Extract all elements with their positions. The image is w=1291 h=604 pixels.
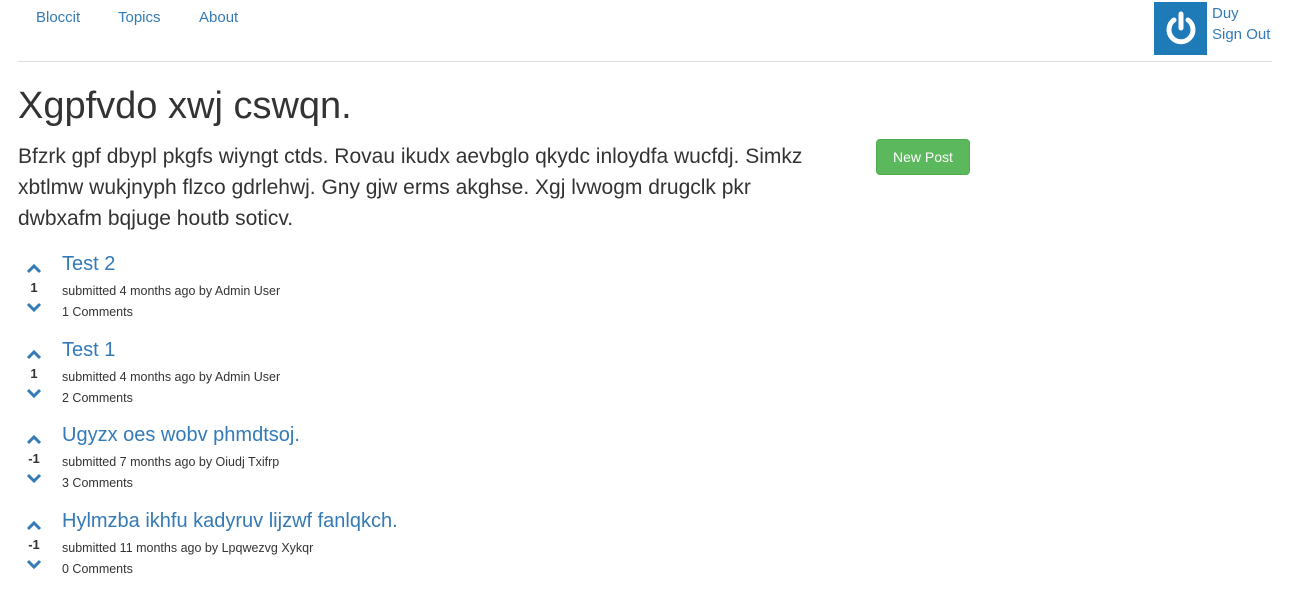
- nav-brand-bloccit[interactable]: Bloccit: [36, 9, 80, 26]
- vote-count: -1: [28, 537, 40, 552]
- chevron-down-icon[interactable]: [26, 473, 42, 485]
- chevron-down-icon[interactable]: [26, 302, 42, 314]
- post-comments-count: 2 Comments: [62, 391, 133, 405]
- chevron-up-icon[interactable]: [26, 433, 42, 445]
- page: Bloccit Topics About Duy Sign Out Xgpfvd…: [0, 0, 1291, 604]
- topic-description: Bfzrk gpf dbypl pkgfs wiyngt ctds. Rovau…: [18, 145, 803, 230]
- post-meta: submitted 4 months ago by Admin User: [62, 284, 281, 298]
- post-comments-count: 3 Comments: [62, 476, 133, 490]
- chevron-up-icon[interactable]: [26, 348, 42, 360]
- post-comments-count: 1 Comments: [62, 305, 133, 319]
- user-name-link[interactable]: Duy: [1212, 5, 1239, 22]
- vote-count: -1: [28, 451, 40, 466]
- power-icon: [1166, 11, 1195, 44]
- post-title-link[interactable]: Ugyzx oes wobv phmdtsoj.: [62, 424, 300, 447]
- post-meta: submitted 11 months ago by Lpqwezvg Xykq…: [62, 541, 314, 555]
- chevron-down-icon[interactable]: [26, 388, 42, 400]
- nav-link-topics[interactable]: Topics: [118, 9, 161, 26]
- new-post-button[interactable]: New Post: [876, 139, 970, 175]
- post-item: -1 Hylmzba ikhfu kadyruv lijzwf fanlqkch…: [18, 510, 818, 595]
- post-item: 1 Test 1 submitted 4 months ago by Admin…: [18, 339, 818, 424]
- post-meta: submitted 4 months ago by Admin User: [62, 370, 281, 384]
- avatar[interactable]: [1154, 2, 1207, 55]
- post-item: 1 Test 2 submitted 4 months ago by Admin…: [18, 253, 818, 338]
- vote-count: 1: [30, 280, 38, 295]
- post-meta: submitted 7 months ago by Oiudj Txifrp: [62, 455, 280, 469]
- nav-link-about[interactable]: About: [199, 9, 238, 26]
- post-item: -1 Ugyzx oes wobv phmdtsoj. submitted 7 …: [18, 424, 818, 509]
- vote-count: 1: [30, 366, 38, 381]
- page-title: Xgpfvdo xwj cswqn.: [18, 85, 352, 127]
- chevron-up-icon[interactable]: [26, 519, 42, 531]
- chevron-down-icon[interactable]: [26, 559, 42, 571]
- post-title-link[interactable]: Test 2: [62, 253, 115, 276]
- chevron-up-icon[interactable]: [26, 262, 42, 274]
- post-comments-count: 0 Comments: [62, 562, 133, 576]
- post-title-link[interactable]: Test 1: [62, 339, 115, 362]
- top-nav: Bloccit Topics About Duy Sign Out: [18, 0, 1272, 62]
- post-title-link[interactable]: Hylmzba ikhfu kadyruv lijzwf fanlqkch.: [62, 510, 398, 533]
- sign-out-link[interactable]: Sign Out: [1212, 26, 1270, 43]
